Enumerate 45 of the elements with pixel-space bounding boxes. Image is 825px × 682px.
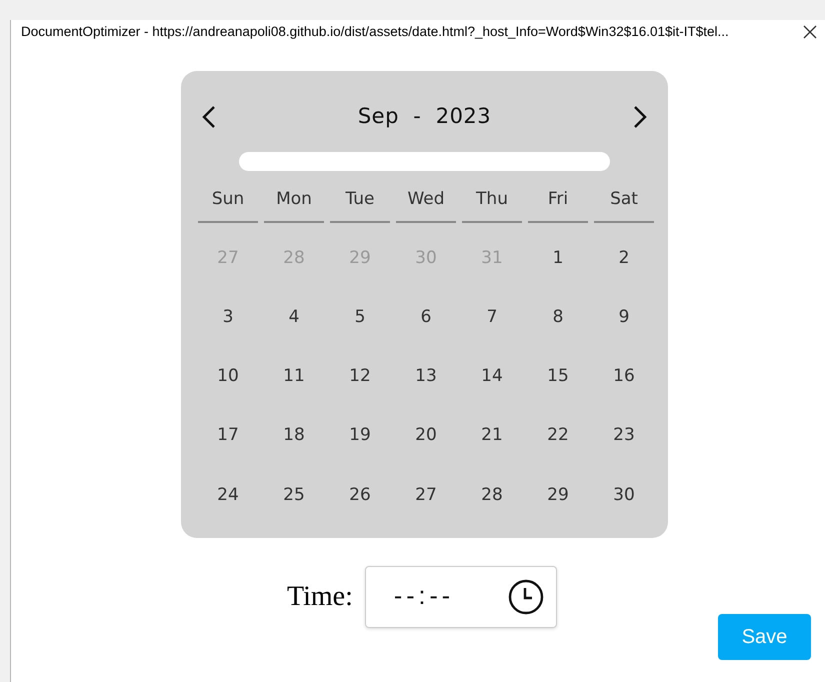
calendar-day[interactable]: 16 [613,366,635,386]
weekday-header: Tue [330,187,390,222]
calendar-day[interactable]: 13 [415,366,437,386]
calendar-day[interactable]: 25 [283,484,305,506]
chevron-left-icon [201,105,217,129]
weekday-header: Thu [462,187,522,222]
time-label: Time: [287,580,353,614]
clock-icon [508,579,544,615]
calendar-day[interactable]: 5 [354,306,366,328]
calendar-day[interactable]: 30 [613,484,635,506]
weekday-header: Sat [594,187,654,222]
weekday-header: Wed [396,187,456,222]
calendar-day[interactable]: 12 [349,366,371,386]
calendar-day[interactable]: 11 [283,366,305,386]
weekday-header: Mon [264,187,324,222]
calendar-day[interactable]: 6 [420,306,432,328]
calendar-day[interactable]: 14 [481,366,503,386]
calendar-day[interactable]: 27 [415,484,437,506]
calendar-day[interactable]: 23 [613,425,635,446]
calendar-day[interactable]: 29 [547,484,569,506]
calendar-day[interactable]: 28 [481,484,503,506]
calendar-day[interactable]: 2 [618,248,630,268]
time-field[interactable]: --:-- [364,566,557,628]
calendar-day[interactable]: 24 [217,484,239,506]
calendar-day[interactable]: 19 [349,425,371,446]
calendar-day[interactable]: 20 [415,425,437,446]
calendar-day[interactable]: 21 [481,425,503,446]
chevron-right-icon [632,105,648,129]
weekday-header: Fri [528,187,588,222]
calendar-day[interactable]: 15 [547,366,569,386]
calendar-day[interactable]: 9 [618,306,630,328]
calendar-day[interactable]: 26 [349,484,371,506]
calendar-day[interactable]: 17 [217,425,239,446]
close-icon[interactable] [803,25,817,39]
calendar-day[interactable]: 4 [288,306,300,328]
month-year-label: Sep - 2023 [358,103,492,130]
calendar-day[interactable]: 3 [222,306,234,328]
calendar-day[interactable]: 10 [217,366,239,386]
weekday-header: Sun [198,187,258,222]
window-title: DocumentOptimizer - https://andreanapoli08.github.io/dist/assets/date.html?_host_Info=Word$Win32$16.01$it-IT$tel... [21,22,729,41]
calendar-day[interactable]: 1 [552,248,564,268]
calendar-day[interactable]: 7 [486,306,498,328]
calendar-day[interactable]: 8 [552,306,564,328]
calendar-day[interactable]: 22 [547,425,569,446]
calendar-day[interactable]: 18 [283,425,305,446]
